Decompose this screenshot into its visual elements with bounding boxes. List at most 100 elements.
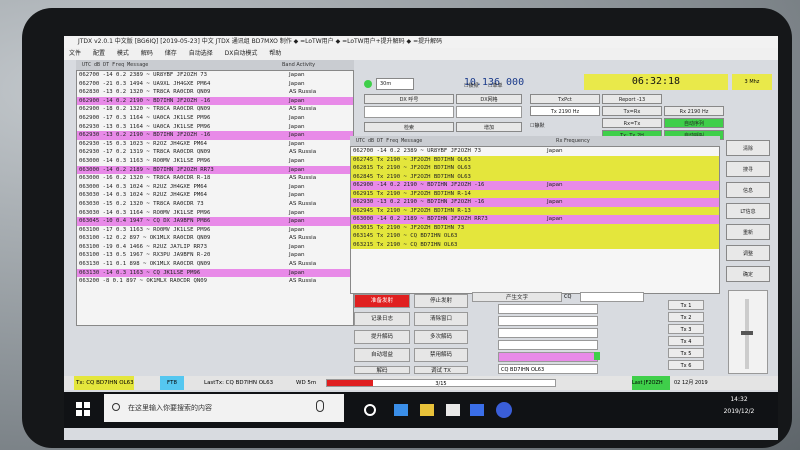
band-activity-row[interactable]: 063000 -16 0.2 1320 ~ TR8CA RA0CDR R-18 A… xyxy=(77,174,353,183)
side-button-3[interactable]: 信息 xyxy=(726,182,770,198)
decode-button[interactable]: 解码 xyxy=(354,366,410,374)
menu-decode[interactable]: 解码 xyxy=(141,50,153,57)
menu-mode[interactable]: 模式 xyxy=(117,50,129,57)
cq-input[interactable] xyxy=(580,292,644,302)
jtdx-app-icon[interactable] xyxy=(496,402,512,418)
side-button-4[interactable]: LT信息 xyxy=(726,203,770,219)
tx2-message-input[interactable] xyxy=(498,316,598,326)
band-activity-row[interactable]: 063030 -14 0.3 1024 ~ R2UZ JH4GXE PM64 Ja… xyxy=(77,191,353,200)
tx6-message-input[interactable]: CQ BD7IHN OL63 xyxy=(498,364,598,374)
enhance-decode-button[interactable]: 提升解码 xyxy=(354,330,410,344)
band-activity-row[interactable]: 063130 -11 0.1 898 ~ OK1MLX RA0CDR QN09 A… xyxy=(77,260,353,269)
rx-frequency-row[interactable]: 062915 Tx 2190 ~ JF2OZH BD7IHN R-14 xyxy=(351,189,719,198)
file-explorer-icon[interactable] xyxy=(420,404,434,416)
microphone-icon[interactable] xyxy=(316,400,324,412)
side-button-5[interactable]: 重新 xyxy=(726,224,770,240)
band-activity-row[interactable]: 062930 -13 0.2 2190 ~ BD7IHN JF2OZH -16 J… xyxy=(77,131,353,140)
tune-button[interactable]: 调试 TX xyxy=(414,366,468,374)
tx5-message-input[interactable] xyxy=(498,352,598,362)
band-activity-row[interactable]: 063100 -17 0.3 1163 ~ RO0MV JK1LSE PM96 J… xyxy=(77,226,353,235)
rx-frequency-row[interactable]: 062700 -14 0.2 2389 ~ UR8YBF JF2OZH 73 Ja… xyxy=(351,147,719,156)
tx4-button[interactable]: Tx 4 xyxy=(668,336,704,346)
edge-browser-icon[interactable] xyxy=(394,404,408,416)
rx-equals-tx-button[interactable]: Rx=Tx xyxy=(602,118,662,128)
side-button-1[interactable]: 清除 xyxy=(726,140,770,156)
menu-config[interactable]: 配置 xyxy=(93,50,105,57)
dx-grid-input[interactable] xyxy=(456,106,522,118)
rx-frequency-row[interactable]: 062900 -14 0.2 2190 ~ BD7IHN JF2OZH -16 J… xyxy=(351,181,719,190)
mute-checkbox[interactable]: ☐静默 xyxy=(530,122,570,132)
rx-frequency-row[interactable]: 062930 -13 0.2 2190 ~ BD7IHN JF2OZH -16 J… xyxy=(351,198,719,207)
side-button-7[interactable]: 确定 xyxy=(726,266,770,282)
log-qso-button[interactable]: 记录日志 xyxy=(354,312,410,326)
band-activity-row[interactable]: 062700 -14 0.2 2389 ~ UR8YBF JF2OZH 73 Ja… xyxy=(77,71,353,80)
windows-start-icon[interactable] xyxy=(76,402,90,416)
band-activity-row[interactable]: 062930 -17 0.2 1319 ~ TR8CA RA0CDR QN09 A… xyxy=(77,148,353,157)
dropdown-arrow-icon[interactable] xyxy=(594,352,600,360)
tx3-message-input[interactable] xyxy=(498,328,598,338)
band-activity-row[interactable]: 062830 -13 0.2 1320 ~ TR8CA RA0CDR QN09 A… xyxy=(77,88,353,97)
task-view-icon[interactable] xyxy=(364,404,376,416)
band-select[interactable]: 30m xyxy=(376,78,414,90)
stop-tx-button[interactable]: 停止发射 xyxy=(414,294,468,308)
tx3-button[interactable]: Tx 3 xyxy=(668,324,704,334)
erase-button[interactable]: 清除窗口 xyxy=(414,312,468,326)
add-button[interactable]: 增加 xyxy=(456,122,522,132)
band-activity-row[interactable]: 063000 -14 0.3 1163 ~ RO0MV JK1LSE PM96 J… xyxy=(77,157,353,166)
mail-icon[interactable] xyxy=(470,404,484,416)
single-checkbox[interactable]: ☐单单 xyxy=(488,82,528,90)
band-activity-row[interactable]: 063100 -13 0.5 1967 ~ RX3PU JA9BFN R-20 J… xyxy=(77,251,353,260)
tx1-button[interactable]: Tx 1 xyxy=(668,300,704,310)
tx2-button[interactable]: Tx 2 xyxy=(668,312,704,322)
taskbar-search-input[interactable]: 在这里输入你要搜索的内容 xyxy=(104,394,344,422)
band-activity-row[interactable]: 062700 -21 0.3 1494 ~ UA9XL JH4GXE PM64 J… xyxy=(77,80,353,89)
tx1-message-input[interactable] xyxy=(498,304,598,314)
store-icon[interactable] xyxy=(446,404,460,416)
menu-help[interactable]: 帮助 xyxy=(269,50,281,57)
rx-frequency-row[interactable]: 063015 Tx 2190 ~ JF2OZH BD7IHN 73 xyxy=(351,223,719,232)
multi-decode-button[interactable]: 多次解码 xyxy=(414,330,468,344)
tx6-button[interactable]: Tx 6 xyxy=(668,360,704,370)
rx-frequency-list[interactable]: 062700 -14 0.2 2389 ~ UR8YBF JF2OZH 73 Ja… xyxy=(350,146,720,294)
tx-enable-button[interactable]: 准备发射 xyxy=(354,294,410,308)
side-button-2[interactable]: 搜寻 xyxy=(726,161,770,177)
tx4-message-input[interactable] xyxy=(498,340,598,350)
rx-frequency-spinner[interactable]: Rx 2190 Hz xyxy=(664,106,724,116)
dx-call-input[interactable] xyxy=(364,106,454,118)
rx-frequency-row[interactable]: 063000 -14 0.2 2189 ~ BD7IHN JF2OZH RR73… xyxy=(351,215,719,224)
report-spinner[interactable]: Report -13 xyxy=(602,94,662,104)
auto-gain-button[interactable]: 自动增益 xyxy=(354,348,410,362)
rx-frequency-row[interactable]: 062845 Tx 2190 ~ JF2OZH BD7IHN OL63 xyxy=(351,172,719,181)
generate-messages-button[interactable]: 产生文字 xyxy=(472,292,562,302)
band-activity-row[interactable]: 062900 -18 0.2 1320 ~ TR8CA RA0CDR QN09 A… xyxy=(77,105,353,114)
band-activity-row[interactable]: 063000 -14 0.3 1024 ~ R2UZ JH4GXE PM64 Ja… xyxy=(77,183,353,192)
tx-frequency-spinner[interactable]: Tx 2190 Hz xyxy=(530,106,600,116)
band-activity-row[interactable]: 063100 -12 0.2 897 ~ OK1MLX RA0CDR QN09 A… xyxy=(77,234,353,243)
rx-frequency-row[interactable]: 062815 Tx 2190 ~ JF2OZH BD7IHN OL63 xyxy=(351,164,719,173)
band-activity-row[interactable]: 063200 -8 0.1 897 ~ OK1MLX RA0CDR QN09 AS… xyxy=(77,277,353,286)
lookup-button[interactable]: 检索 xyxy=(364,122,454,132)
auto-seq-button[interactable]: 自动序列 xyxy=(664,118,724,128)
rx-frequency-row[interactable]: 062745 Tx 2190 ~ JF2OZH BD7IHN OL63 xyxy=(351,155,719,164)
band-activity-row[interactable]: 063030 -15 0.2 1320 ~ TR8CA RA0CDR 73 AS … xyxy=(77,200,353,209)
rx-frequency-row[interactable]: 063215 Tx 2190 ~ CQ BD7IHN OL63 xyxy=(351,240,719,249)
tx-equals-rx-button[interactable]: Tx=Rx xyxy=(602,106,662,116)
band-activity-row[interactable]: 063100 -19 0.4 1466 ~ R2UZ JA7LIP RR73 Ja… xyxy=(77,243,353,252)
band-activity-row[interactable]: 063130 -14 0.3 1163 ~ CQ JK1LSE PM96 Japa… xyxy=(77,268,353,278)
level-slider-handle[interactable] xyxy=(741,331,753,335)
band-activity-row[interactable]: 063000 -14 0.2 2189 ~ BD7IHN JF2OZH RR73… xyxy=(77,165,353,175)
side-button-6[interactable]: 调整 xyxy=(726,245,770,261)
rx-frequency-row[interactable]: 063145 Tx 2190 ~ CQ BD7IHN OL63 xyxy=(351,232,719,241)
menu-auto-select[interactable]: 自动选择 xyxy=(189,50,213,57)
tx5-button[interactable]: Tx 5 xyxy=(668,348,704,358)
band-activity-list[interactable]: 062700 -14 0.2 2389 ~ UR8YBF JF2OZH 73 Ja… xyxy=(76,70,354,326)
menu-file[interactable]: 文件 xyxy=(69,50,81,57)
band-activity-row[interactable]: 062900 -17 0.3 1164 ~ UA0CA JK1LSE PM96 J… xyxy=(77,114,353,123)
band-activity-row[interactable]: 062930 -13 0.3 1164 ~ UA0CA JK1LSE PM96 J… xyxy=(77,123,353,132)
rx-frequency-row[interactable]: 062945 Tx 2190 ~ JF2OZH BD7IHN R-13 xyxy=(351,206,719,215)
band-activity-row[interactable]: 063045 -10 0.4 1947 ~ CQ DX JA9BFN PM86 J… xyxy=(77,217,353,226)
hold-decode-button[interactable]: 禁用解码 xyxy=(414,348,468,362)
band-activity-row[interactable]: 063030 -14 0.3 1164 ~ RO0MV JK1LSE PM96 J… xyxy=(77,209,353,218)
band-activity-row[interactable]: 062930 -15 0.3 1023 ~ R2OZ JH4GXE PM64 Ja… xyxy=(77,140,353,149)
menu-dx-auto[interactable]: DX自动模式 xyxy=(225,50,258,57)
